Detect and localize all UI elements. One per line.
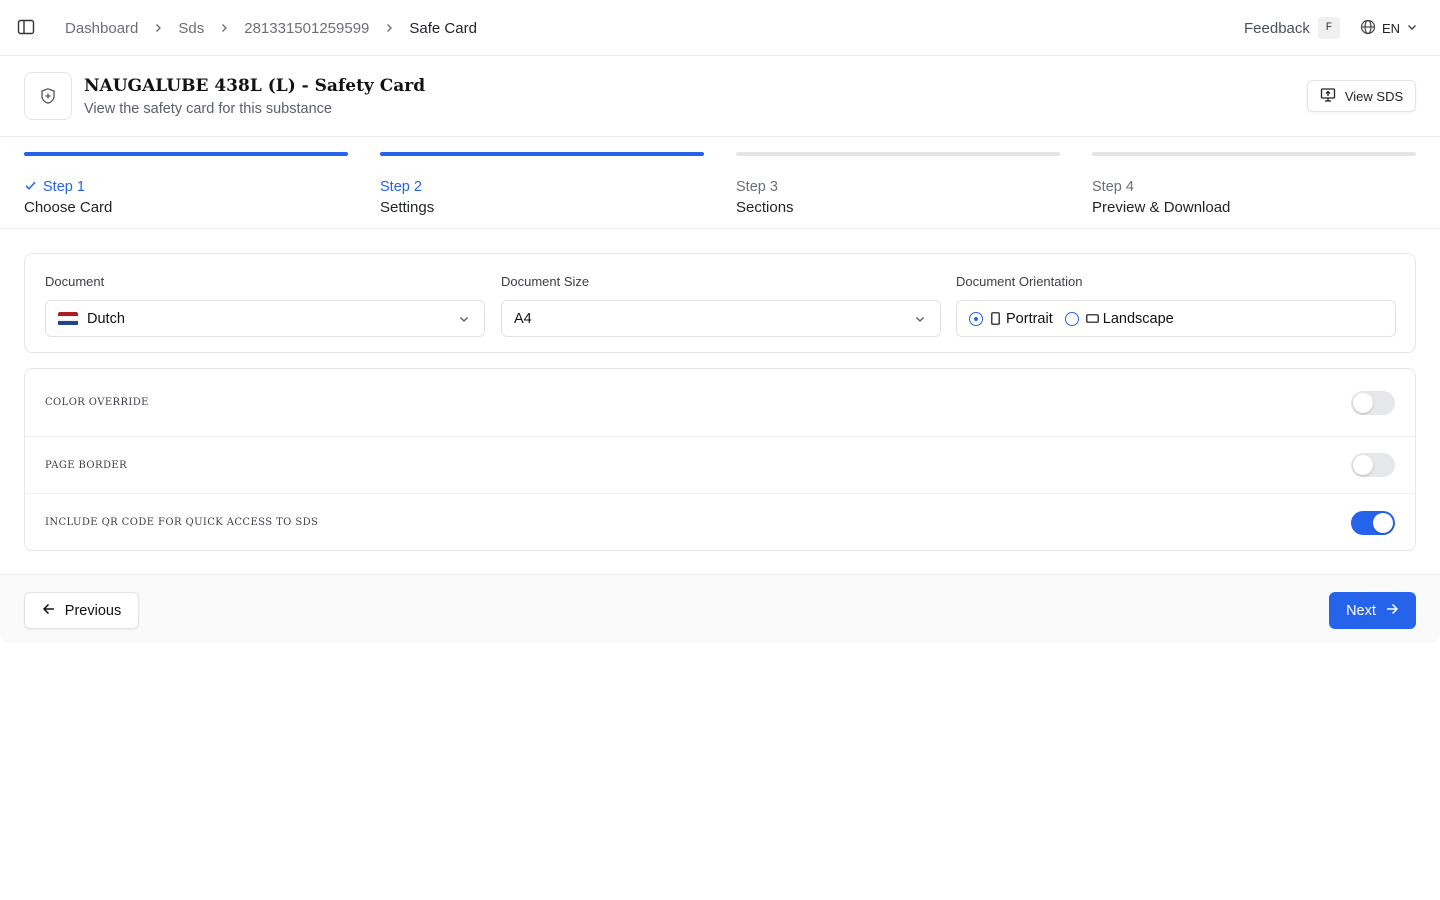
breadcrumb-sds[interactable]: Sds [178, 20, 204, 37]
document-label: Document [45, 274, 105, 289]
step-4-progress-bar [1092, 152, 1416, 156]
step-4-name: Preview & Download [1092, 199, 1231, 216]
orientation-radio-group: Portrait Landscape [956, 300, 1396, 337]
step-3-number: Step 3 [736, 179, 778, 195]
view-sds-label: View SDS [1344, 88, 1404, 104]
document-select[interactable]: Dutch [45, 300, 485, 337]
color-override-row: Color override [25, 369, 1415, 437]
breadcrumb-sds-id[interactable]: 281331501259599 [244, 20, 369, 37]
step-1-name: Choose Card [24, 199, 113, 216]
stepper: Step 1 Choose Card Step 2 Settings Step … [0, 137, 1440, 229]
color-override-toggle[interactable] [1351, 390, 1395, 415]
chevron-right-icon [218, 22, 230, 34]
document-field: Document Dutch [45, 274, 485, 337]
portrait-label[interactable]: Portrait [1006, 311, 1053, 327]
document-value: Dutch [87, 310, 125, 327]
document-orientation-label: Document Orientation [956, 274, 1083, 289]
step-1-number: Step 1 [43, 179, 85, 195]
document-size-value: A4 [514, 310, 532, 327]
document-size-select[interactable]: A4 [501, 300, 941, 337]
view-sds-button[interactable]: View SDS [1307, 80, 1416, 112]
color-override-label: Color override [45, 397, 149, 408]
breadcrumb: Dashboard Sds 281331501259599 Safe Card [65, 18, 477, 38]
landscape-radio[interactable] [1064, 311, 1079, 326]
step-3-progress-bar [736, 152, 1060, 156]
chevron-down-icon [458, 313, 470, 329]
landscape-label[interactable]: Landscape [1103, 311, 1174, 327]
page-title: NAUGALUBE 438L (L) - Safety Card [84, 76, 426, 96]
qr-code-label: Include QR code for quick access to SDS [45, 517, 319, 528]
qr-code-row: Include QR code for quick access to SDS [25, 494, 1415, 551]
page-subtitle: View the safety card for this substance [84, 101, 332, 117]
step-2[interactable]: Step 2 Settings [380, 152, 704, 216]
step-3[interactable]: Step 3 Sections [736, 152, 1060, 216]
document-settings-card: Document Dutch Document Size A4 Document… [24, 253, 1416, 353]
feedback-label: Feedback [1244, 19, 1310, 37]
wizard-footer: Previous Next [0, 574, 1440, 643]
arrow-right-icon [1385, 602, 1399, 620]
step-2-progress-bar [380, 152, 704, 156]
chevron-down-icon [914, 313, 926, 329]
page-border-row: Page border [25, 437, 1415, 494]
top-bar: Dashboard Sds 281331501259599 Safe Card … [0, 0, 1440, 56]
document-size-label: Document Size [501, 274, 590, 289]
arrow-left-icon [42, 602, 56, 620]
language-selector[interactable]: EN [1360, 19, 1418, 38]
check-icon [24, 179, 37, 196]
page-border-label: Page border [45, 459, 128, 471]
portrait-icon [991, 312, 1000, 325]
document-orientation-field: Document Orientation Portrait Landscape [956, 274, 1396, 337]
qr-code-toggle[interactable] [1351, 510, 1395, 535]
step-1[interactable]: Step 1 Choose Card [24, 152, 348, 216]
next-button[interactable]: Next [1329, 592, 1416, 629]
step-4-number: Step 4 [1092, 179, 1134, 195]
page-header: NAUGALUBE 438L (L) - Safety Card View th… [0, 56, 1440, 137]
shield-plus-icon [24, 72, 72, 120]
portrait-radio[interactable] [969, 311, 983, 326]
previous-button[interactable]: Previous [24, 592, 139, 629]
landscape-icon [1085, 314, 1099, 323]
next-label: Next [1346, 602, 1376, 619]
step-4[interactable]: Step 4 Preview & Download [1092, 152, 1416, 216]
globe-icon [1360, 19, 1376, 38]
sidebar-toggle-icon[interactable] [17, 18, 35, 36]
language-label: EN [1382, 21, 1401, 36]
netherlands-flag-icon [58, 311, 78, 326]
feedback-button[interactable]: Feedback F [1244, 17, 1340, 39]
chevron-right-icon [152, 22, 164, 34]
feedback-shortcut: F [1317, 17, 1340, 39]
options-card: Color override Page border Include QR co… [24, 368, 1416, 551]
step-2-name: Settings [380, 199, 435, 216]
breadcrumb-dashboard[interactable]: Dashboard [65, 20, 138, 37]
step-1-progress-bar [24, 152, 348, 156]
step-3-name: Sections [736, 199, 794, 216]
monitor-upload-icon [1320, 87, 1336, 106]
step-2-number: Step 2 [380, 179, 422, 195]
chevron-down-icon [1406, 21, 1418, 36]
breadcrumb-current: Safe Card [409, 19, 477, 37]
page-border-toggle[interactable] [1351, 453, 1395, 477]
document-size-field: Document Size A4 [501, 274, 941, 337]
previous-label: Previous [64, 602, 122, 619]
chevron-right-icon [383, 22, 395, 34]
